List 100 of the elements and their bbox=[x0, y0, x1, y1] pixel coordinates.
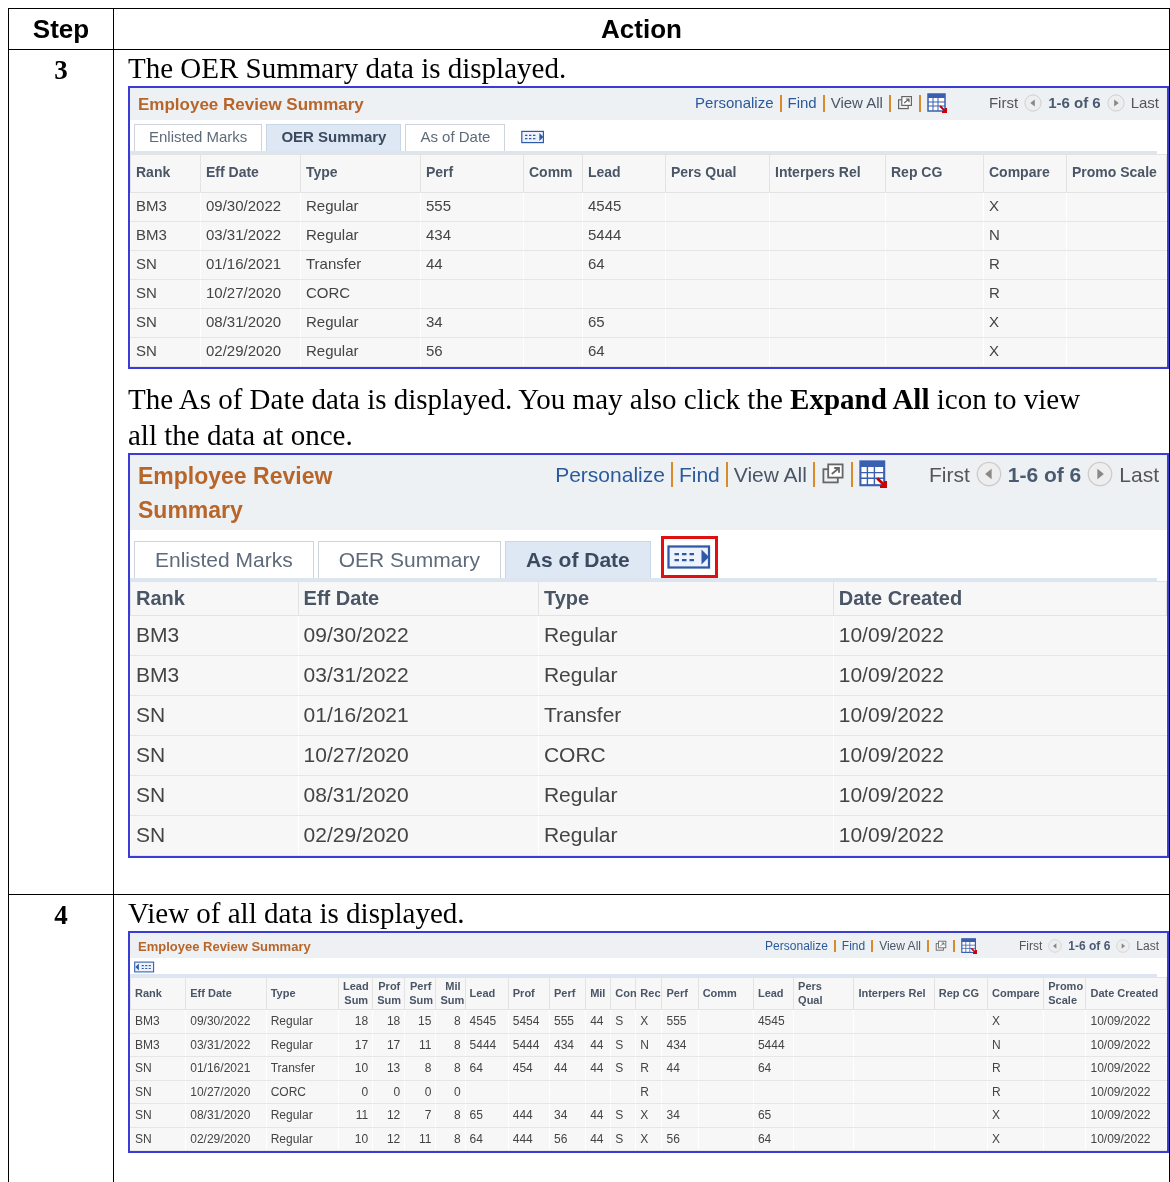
table-cell: Regular bbox=[306, 313, 359, 331]
table-cell: 34 bbox=[426, 313, 443, 331]
next-icon[interactable] bbox=[1116, 938, 1131, 953]
table-cell: 10/27/2020 bbox=[190, 1084, 251, 1099]
toolbar-link[interactable]: View All bbox=[830, 92, 883, 115]
column-header: Perf bbox=[553, 986, 576, 999]
tab[interactable]: OER Summary bbox=[266, 123, 402, 151]
table-cell: 09/30/2022 bbox=[303, 623, 409, 647]
table-cell: 18 bbox=[354, 1014, 369, 1029]
spreadsheet-icon[interactable] bbox=[960, 937, 977, 954]
previous-icon[interactable] bbox=[1024, 94, 1043, 113]
instruction-text: The As of Date data is displayed. You may also click the Expand All icon to view all the data at once. bbox=[128, 381, 1082, 453]
table-cell: 0 bbox=[424, 1084, 432, 1099]
table-cell: 0 bbox=[393, 1084, 401, 1099]
toolbar-link[interactable]: Personalize bbox=[695, 92, 774, 115]
column-header: Rank bbox=[135, 986, 162, 999]
table-cell: R bbox=[992, 1061, 1001, 1076]
pager-range: 1-6 of 6 bbox=[1048, 93, 1101, 113]
toolbar-link[interactable]: View All bbox=[733, 458, 807, 490]
table-cell: Transfer bbox=[543, 703, 622, 727]
table-cell: 10/09/2022 bbox=[838, 663, 944, 687]
table-cell: SN bbox=[136, 783, 166, 807]
toolbar-link[interactable]: Find bbox=[787, 92, 817, 115]
expand-all-icon[interactable] bbox=[521, 128, 546, 145]
column-header: Pers Qual bbox=[798, 979, 823, 1006]
table-cell: 555 bbox=[666, 1014, 687, 1029]
tab[interactable]: As of Date bbox=[504, 540, 651, 578]
pager-last[interactable]: Last bbox=[1130, 92, 1159, 115]
new-window-icon[interactable] bbox=[896, 95, 913, 112]
pager-last[interactable]: Last bbox=[1119, 458, 1159, 490]
table-cell: 64 bbox=[757, 1061, 772, 1076]
spreadsheet-icon[interactable] bbox=[858, 460, 887, 489]
toolbar-link[interactable]: Personalize bbox=[765, 936, 828, 955]
table-cell: 4545 bbox=[757, 1014, 785, 1029]
tab[interactable]: Enlisted Marks bbox=[134, 123, 263, 151]
table-cell: N bbox=[992, 1037, 1001, 1052]
table-cell: BM3 bbox=[136, 226, 167, 244]
table-cell: 0 bbox=[453, 1084, 461, 1099]
previous-icon[interactable] bbox=[1048, 938, 1063, 953]
table-cell: SN bbox=[136, 743, 166, 767]
table-cell: X bbox=[989, 197, 999, 215]
table-cell: X bbox=[992, 1131, 1000, 1146]
table-cell: 8 bbox=[453, 1061, 461, 1076]
table-cell: X bbox=[989, 313, 999, 331]
table-cell: 8 bbox=[453, 1014, 461, 1029]
pager-first[interactable]: First bbox=[988, 92, 1019, 115]
table-cell: 10/09/2022 bbox=[1090, 1108, 1151, 1123]
table-cell: S bbox=[615, 1108, 624, 1123]
table-cell: 444 bbox=[512, 1108, 533, 1123]
next-icon[interactable] bbox=[1106, 94, 1125, 113]
column-header: Perf bbox=[426, 164, 454, 181]
toolbar-link[interactable]: Personalize bbox=[555, 458, 665, 490]
pager-first[interactable]: First bbox=[928, 458, 970, 490]
table-cell: 34 bbox=[666, 1108, 680, 1123]
toolbar-link[interactable]: Find bbox=[678, 458, 720, 490]
new-window-icon[interactable] bbox=[934, 939, 947, 952]
table-cell: X bbox=[640, 1108, 649, 1123]
tab[interactable]: Enlisted Marks bbox=[134, 540, 314, 578]
pager-range: 1-6 of 6 bbox=[1068, 937, 1111, 955]
column-header: Prof bbox=[512, 986, 535, 999]
table-cell: 09/30/2022 bbox=[190, 1014, 251, 1029]
table-cell: 5454 bbox=[512, 1014, 540, 1029]
tab[interactable]: OER Summary bbox=[317, 540, 501, 578]
table-cell: SN bbox=[136, 255, 157, 273]
table-cell: 44 bbox=[666, 1061, 680, 1076]
table-cell: 11 bbox=[355, 1108, 369, 1123]
table-cell: 10/09/2022 bbox=[838, 743, 944, 767]
table-cell: 65 bbox=[588, 313, 605, 331]
table-cell: 44 bbox=[590, 1037, 604, 1052]
table-cell: 11 bbox=[418, 1131, 432, 1146]
table-cell: BM3 bbox=[135, 1014, 160, 1029]
table-cell: 10/27/2020 bbox=[206, 284, 282, 302]
collapse-all-icon[interactable] bbox=[134, 960, 155, 974]
table-cell: R bbox=[989, 284, 1000, 302]
table-cell: 10/09/2022 bbox=[838, 703, 944, 727]
tab[interactable]: As of Date bbox=[405, 123, 506, 151]
pager-last[interactable]: Last bbox=[1136, 936, 1159, 955]
toolbar-link[interactable]: View All bbox=[879, 936, 921, 955]
table-cell: 8 bbox=[453, 1037, 461, 1052]
column-header: Type bbox=[270, 986, 296, 999]
table-cell: 12 bbox=[386, 1131, 401, 1146]
table-cell: 10/09/2022 bbox=[1090, 1061, 1151, 1076]
column-header: Eff Date bbox=[303, 586, 380, 609]
table-cell: 10/09/2022 bbox=[838, 783, 944, 807]
table-cell: 10/09/2022 bbox=[1090, 1037, 1151, 1052]
table-cell: R bbox=[640, 1061, 649, 1076]
table-cell: S bbox=[615, 1061, 624, 1076]
table-cell: 44 bbox=[426, 255, 443, 273]
table-cell: 02/29/2020 bbox=[190, 1131, 251, 1146]
column-header: Perf bbox=[666, 986, 688, 999]
table-cell: 17 bbox=[354, 1037, 369, 1052]
pager-first[interactable]: First bbox=[1018, 936, 1043, 955]
next-icon[interactable] bbox=[1087, 461, 1114, 488]
spreadsheet-icon[interactable] bbox=[926, 93, 947, 114]
toolbar-link[interactable]: Find bbox=[841, 936, 866, 955]
table-cell: N bbox=[989, 226, 1000, 244]
table-cell: X bbox=[992, 1108, 1000, 1123]
table-cell: Regular bbox=[270, 1108, 313, 1123]
previous-icon[interactable] bbox=[975, 461, 1002, 488]
table-cell: N bbox=[640, 1037, 649, 1052]
